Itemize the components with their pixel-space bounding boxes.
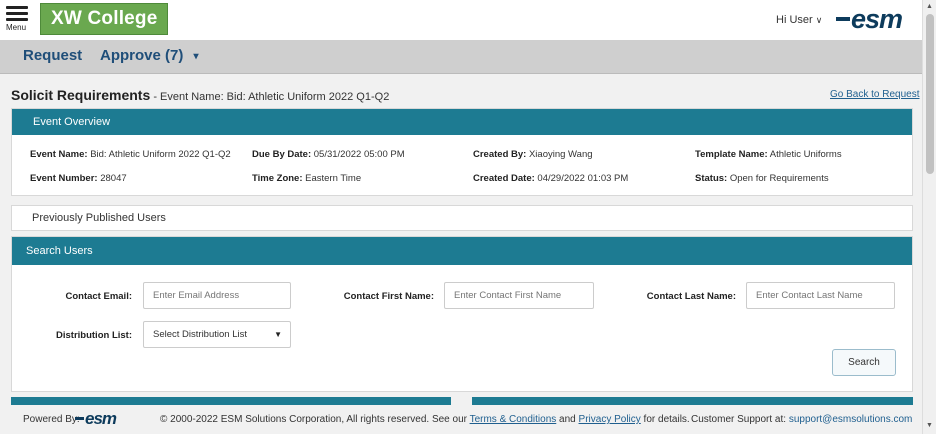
esm-logo: esm	[836, 4, 903, 35]
event-overview-heading: Event Overview	[12, 109, 912, 135]
nav-request[interactable]: Request	[23, 47, 82, 64]
privacy-policy-link[interactable]: Privacy Policy	[579, 414, 641, 425]
copyright-text: © 2000-2022 ESM Solutions Corporation, A…	[160, 414, 690, 425]
customer-support: Customer Support at: support@esmsolution…	[691, 414, 912, 425]
contact-last-name-input[interactable]	[746, 282, 895, 309]
go-back-link[interactable]: Go Back to Request	[830, 89, 920, 100]
support-prefix: Customer Support at:	[691, 414, 789, 425]
page-title-main: Solicit Requirements	[11, 87, 151, 103]
section-strip-left	[11, 397, 451, 405]
contact-last-name-label: Contact Last Name:	[646, 291, 736, 302]
user-greeting: Hi User	[776, 14, 813, 26]
event-overview-panel: Event Overview Event Name: Bid: Athletic…	[11, 108, 913, 196]
esm-footer-logo-text: esm	[85, 409, 117, 428]
search-button[interactable]: Search	[832, 349, 896, 376]
section-strip-right	[472, 397, 913, 405]
college-logo-text: XW College	[51, 8, 158, 29]
esm-footer-logo-dash	[75, 416, 84, 420]
support-email-link[interactable]: support@esmsolutions.com	[789, 414, 913, 425]
event-name: Event Name: Bid: Athletic Uniform 2022 Q…	[30, 149, 231, 160]
previously-published-users-toggle[interactable]: Previously Published Users	[11, 205, 913, 231]
nav-approve[interactable]: Approve (7) ▾	[100, 47, 199, 64]
search-users-panel: Search Users Contact Email: Contact Firs…	[11, 236, 913, 392]
search-users-heading: Search Users	[12, 237, 912, 265]
due-by-date: Due By Date: 05/31/2022 05:00 PM	[252, 149, 405, 160]
event-status: Status: Open for Requirements	[695, 173, 829, 184]
chevron-down-icon: ∨	[815, 15, 823, 25]
caret-down-icon: ▾	[193, 50, 199, 62]
page-title: Solicit Requirements - Event Name: Bid: …	[11, 87, 389, 103]
esm-logo-dash	[836, 16, 850, 21]
time-zone: Time Zone: Eastern Time	[252, 173, 362, 184]
contact-first-name-label: Contact First Name:	[343, 291, 434, 302]
created-date: Created Date: 04/29/2022 01:03 PM	[473, 173, 629, 184]
copyright-suffix: for details.	[640, 414, 690, 425]
contact-email-input[interactable]	[143, 282, 291, 309]
contact-first-name-input[interactable]	[444, 282, 594, 309]
scroll-down-arrow-icon[interactable]: ▼	[926, 422, 933, 429]
previously-published-users-label: Previously Published Users	[32, 212, 166, 224]
distribution-list-selected: Select Distribution List	[153, 329, 247, 340]
scrollbar-thumb[interactable]	[926, 14, 934, 174]
created-by: Created By: Xiaoying Wang	[473, 149, 593, 160]
scroll-up-arrow-icon[interactable]: ▲	[926, 3, 933, 10]
esm-logo-text: esm	[851, 4, 903, 34]
terms-link[interactable]: Terms & Conditions	[470, 414, 557, 425]
distribution-list-label: Distribution List:	[56, 330, 132, 341]
user-menu-toggle[interactable]: Hi User ∨	[776, 14, 822, 26]
vertical-scrollbar[interactable]: ▲ ▼	[922, 0, 936, 434]
page-title-event: - Event Name: Bid: Athletic Uniform 2022…	[150, 91, 390, 103]
nav-approve-label: Approve (7)	[100, 47, 184, 64]
menu-icon-bar	[6, 12, 28, 15]
contact-email-label: Contact Email:	[65, 291, 132, 302]
powered-by-label: Powered By:	[23, 414, 80, 425]
menu-label: Menu	[6, 23, 27, 32]
copyright-and: and	[556, 414, 579, 425]
main-nav: Request Approve (7) ▾	[0, 40, 922, 74]
menu-icon-bar	[6, 6, 28, 9]
menu-icon-bar	[6, 18, 28, 21]
esm-footer-logo: esm	[75, 409, 117, 429]
hamburger-menu-button[interactable]: Menu	[6, 4, 30, 34]
distribution-list-select[interactable]: Select Distribution List ▼	[143, 321, 291, 348]
top-header: Menu XW College Hi User ∨ esm	[0, 0, 922, 40]
template-name: Template Name: Athletic Uniforms	[695, 149, 842, 160]
dropdown-arrow-icon: ▼	[274, 330, 282, 339]
copyright-prefix: © 2000-2022 ESM Solutions Corporation, A…	[160, 414, 470, 425]
college-logo[interactable]: XW College	[40, 3, 168, 35]
event-number: Event Number: 28047	[30, 173, 127, 184]
page-footer: Powered By: esm © 2000-2022 ESM Solution…	[11, 406, 913, 434]
